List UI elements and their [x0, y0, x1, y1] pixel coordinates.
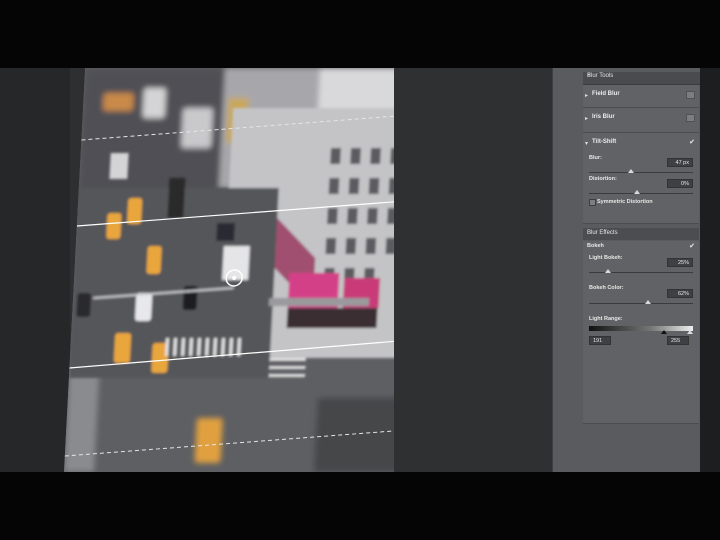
collapse-arrow-icon[interactable]: ▾	[585, 140, 588, 147]
distortion-value-field[interactable]: 0%	[667, 179, 693, 188]
monitor-bezel-bottom	[0, 472, 720, 540]
right-bezel-edge	[700, 68, 720, 472]
blur-tools-tab[interactable]: Blur Tools ≡	[583, 72, 703, 85]
tilt-shift-city-photo	[64, 68, 416, 472]
iris-blur-label: Iris Blur	[592, 114, 615, 120]
bokeh-label: Bokeh	[587, 243, 604, 249]
blur-tools-panel: Blur Tools ≡ ▸ Field Blur ▸ Iris Blur ▾ …	[552, 68, 703, 472]
distortion-slider-handle[interactable]	[634, 190, 640, 194]
left-workspace	[0, 68, 70, 472]
distortion-slider[interactable]	[589, 193, 693, 194]
tilt-shift-check-icon[interactable]: ✔	[689, 138, 695, 146]
iris-blur-checkbox[interactable]	[686, 114, 695, 122]
symmetric-distortion-checkbox[interactable]	[589, 199, 596, 206]
bokeh-color-label: Bokeh Color:	[589, 285, 624, 291]
light-range-gradient[interactable]	[589, 326, 693, 331]
expand-arrow-icon[interactable]: ▸	[585, 92, 588, 99]
section-iris-blur[interactable]: ▸ Iris Blur	[583, 108, 699, 133]
panel-menu-icon[interactable]: ≡	[587, 72, 699, 78]
workspace-background	[394, 68, 554, 472]
light-bokeh-value-field[interactable]: 25%	[667, 258, 693, 267]
section-field-blur[interactable]: ▸ Field Blur	[583, 85, 699, 108]
light-bokeh-slider-handle[interactable]	[605, 269, 611, 273]
field-blur-checkbox[interactable]	[686, 91, 695, 99]
monitor-bezel-top	[0, 0, 720, 68]
bokeh-color-slider-handle[interactable]	[645, 300, 651, 304]
section-tilt-shift[interactable]: ▾ Tilt-Shift ✔ Blur: 47 px Distortion: 0…	[583, 133, 699, 224]
light-range-label: Light Range:	[589, 316, 623, 322]
image-canvas[interactable]	[64, 68, 416, 472]
light-range-low-field[interactable]: 191	[589, 336, 611, 345]
expand-arrow-icon[interactable]: ▸	[585, 115, 588, 122]
bokeh-color-value-field[interactable]: 62%	[667, 289, 693, 298]
blur-effects-tab[interactable]: Blur Effects	[583, 228, 699, 240]
light-range-low-handle[interactable]	[661, 330, 667, 334]
section-blur-effects: Bokeh ✔ Light Bokeh: 25% Bokeh Color: 62…	[583, 241, 699, 424]
blur-value-field[interactable]: 47 px	[667, 158, 693, 167]
tilt-shift-label: Tilt-Shift	[592, 139, 617, 145]
blur-label: Blur:	[589, 155, 602, 161]
photoshop-screen: Blur Tools ≡ ▸ Field Blur ▸ Iris Blur ▾ …	[0, 68, 720, 472]
bokeh-color-slider[interactable]	[589, 303, 693, 304]
field-blur-label: Field Blur	[592, 91, 620, 97]
distortion-label: Distortion:	[589, 176, 617, 182]
light-range-high-field[interactable]: 255	[667, 336, 689, 345]
bokeh-check-icon[interactable]: ✔	[689, 242, 695, 250]
blur-effects-title: Blur Effects	[587, 230, 618, 236]
symmetric-distortion-label: Symmetric Distortion	[597, 199, 653, 205]
light-bokeh-label: Light Bokeh:	[589, 255, 623, 261]
blur-slider-handle[interactable]	[628, 169, 634, 173]
blur-slider[interactable]	[589, 172, 693, 173]
light-range-high-handle[interactable]	[687, 330, 693, 334]
